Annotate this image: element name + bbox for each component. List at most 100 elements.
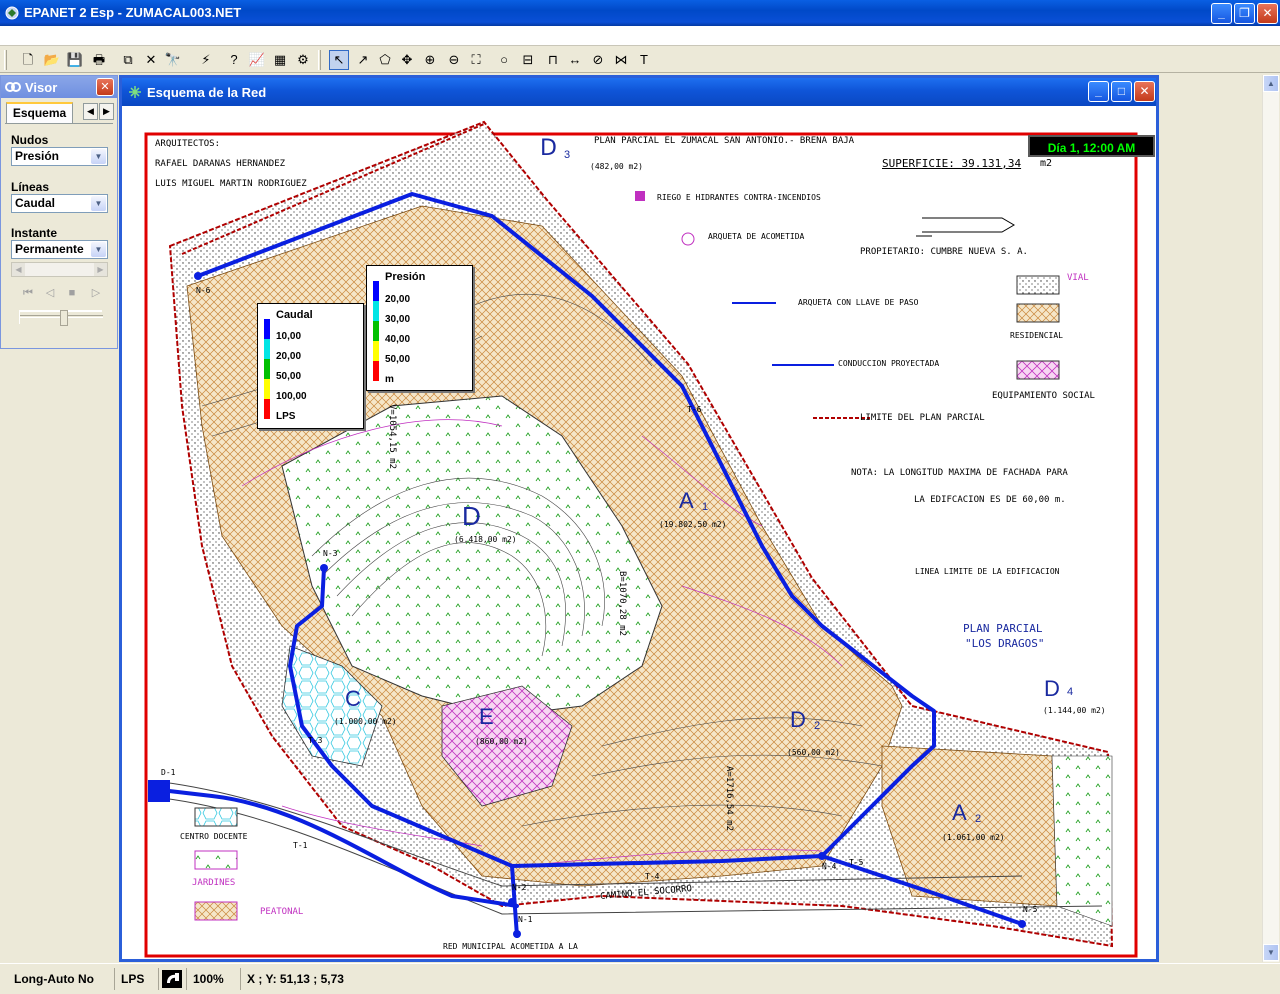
legend-residencial-swatch	[1016, 303, 1060, 323]
time-select[interactable]: Permanente ▼	[11, 240, 108, 259]
scroll-right-icon[interactable]: ▶	[94, 263, 107, 276]
zone-e-area: (860,00 m2)	[475, 737, 528, 746]
node-label[interactable]: D-1	[161, 768, 175, 777]
epanet-app-icon	[5, 6, 19, 20]
vial-text: VIAL	[1067, 273, 1089, 283]
legend-docente-swatch	[194, 807, 238, 827]
query-icon[interactable]: ?	[224, 50, 244, 70]
add-junction-icon[interactable]: ○	[494, 50, 514, 70]
scroll-up-icon[interactable]: ▲	[1263, 75, 1279, 92]
copy-icon[interactable]: ⧉	[118, 50, 138, 70]
minimize-button[interactable]: _	[1211, 3, 1232, 24]
map-close-button[interactable]: ✕	[1134, 81, 1155, 102]
time-scrollbar[interactable]: ◀ ▶	[11, 262, 108, 277]
toolbar-grip[interactable]	[4, 50, 7, 70]
delete-icon[interactable]: ✕	[141, 50, 161, 70]
select-region-icon[interactable]: ⬠	[375, 50, 395, 70]
options-icon[interactable]: ⚙	[293, 50, 313, 70]
pipe-label[interactable]: T-6	[687, 405, 701, 414]
add-pump-icon[interactable]: ⊘	[588, 50, 608, 70]
edificacion-limit-text: LINEA LIMITE DE LA EDIFICACION	[915, 567, 1060, 576]
add-label-icon[interactable]: T	[634, 50, 654, 70]
zoom-in-icon[interactable]: ⊕	[420, 50, 440, 70]
table-icon[interactable]: ▦	[270, 50, 290, 70]
pipe-label[interactable]: T-3	[308, 736, 322, 745]
map-maximize-button[interactable]: □	[1111, 81, 1132, 102]
open-icon[interactable]: 📂	[42, 50, 62, 70]
add-valve-icon[interactable]: ⋈	[611, 50, 631, 70]
chevron-down-icon[interactable]: ▼	[91, 149, 106, 164]
zone-d3-area: (482,00 m2)	[590, 162, 643, 171]
auto-length-status[interactable]: Long-Auto No	[8, 968, 112, 990]
network-map-window: Esquema de la Red _ □ ✕ ARQUITECTOS: RAF…	[119, 75, 1159, 962]
add-tank-icon[interactable]: ⊓	[543, 50, 563, 70]
node-label[interactable]: N-6	[196, 286, 210, 295]
legend-jardines-swatch	[194, 850, 238, 870]
coordinates-status: X ; Y: 51,13 ; 5,73	[240, 968, 1270, 990]
nodes-select[interactable]: Presión ▼	[11, 147, 108, 166]
site-plan-drawing[interactable]	[122, 106, 1156, 959]
scroll-down-icon[interactable]: ▼	[1263, 944, 1279, 961]
pressure-legend-value: 40,00	[385, 334, 411, 345]
full-extent-icon[interactable]: ⛶	[466, 50, 486, 70]
browser-close-button[interactable]: ✕	[96, 78, 114, 96]
browser-icon	[5, 82, 21, 92]
surface-label: SUPERFICIE: 39.131,34	[882, 157, 1022, 170]
tab-scroll-left-button[interactable]: ◀	[83, 103, 98, 120]
plan-title: PLAN PARCIAL EL ZUMACAL SAN ANTONIO.- BR…	[594, 136, 855, 146]
rewind-icon[interactable]: ⏮	[19, 284, 37, 302]
pressure-legend[interactable]: Presión 20,00 30,00 40,00 50,00 m	[366, 265, 473, 391]
node-label[interactable]: N-2	[512, 883, 526, 892]
links-select[interactable]: Caudal ▼	[11, 194, 108, 213]
note-line-2: LA EDIFCACION ES DE 60,00 m.	[914, 495, 1066, 505]
pan-icon[interactable]: ✥	[397, 50, 417, 70]
zone-a2-label: A	[952, 800, 967, 825]
select-vertex-icon[interactable]: ↗	[353, 50, 373, 70]
note-line-1: NOTA: LA LONGITUD MAXIMA DE FACHADA PARA	[851, 468, 1068, 478]
new-icon[interactable]: 🗋	[18, 50, 38, 70]
add-reservoir-icon[interactable]: ⊟	[518, 50, 538, 70]
pipe-label[interactable]: T-5	[849, 858, 863, 867]
pipe-label[interactable]: T-1	[293, 841, 307, 850]
map-minimize-button[interactable]: _	[1088, 81, 1109, 102]
tab-esquema[interactable]: Esquema	[6, 102, 73, 123]
select-object-icon[interactable]: ↖	[329, 50, 349, 70]
app-title-bar: EPANET 2 Esp - ZUMACAL003.NET _ ❐ ✕	[0, 0, 1280, 26]
save-icon[interactable]: 💾	[65, 50, 85, 70]
scroll-left-icon[interactable]: ◀	[12, 263, 25, 276]
node-label[interactable]: N-4	[822, 862, 836, 871]
back-icon[interactable]: ◁	[41, 284, 59, 302]
graph-icon[interactable]: 📈	[247, 50, 267, 70]
reservoir-d1[interactable]	[148, 780, 170, 802]
add-pipe-icon[interactable]: ↔	[565, 50, 585, 70]
toolbar-grip-2[interactable]	[318, 50, 321, 70]
network-map-canvas[interactable]: ARQUITECTOS: RAFAEL DARANAS HERNANDEZ LU…	[122, 106, 1156, 959]
tab-scroll-right-button[interactable]: ▶	[99, 103, 114, 120]
print-icon[interactable]: 🖶	[89, 50, 109, 70]
run-icon[interactable]: ⚡	[196, 50, 216, 70]
close-button[interactable]: ✕	[1257, 3, 1278, 24]
animation-speed-slider[interactable]	[19, 310, 103, 326]
pipe-label[interactable]: T-4	[645, 872, 659, 881]
main-vertical-scrollbar[interactable]: ▲ ▼	[1262, 75, 1279, 962]
forward-icon[interactable]: ▷	[87, 284, 105, 302]
zone-d4-area: (1.144,00 m2)	[1043, 706, 1106, 715]
flow-legend-unit: LPS	[276, 411, 296, 422]
zone-a2-sub: 2	[975, 813, 982, 825]
zone-a1-label: A	[679, 488, 694, 513]
network-map-title-bar: Esquema de la Red _ □ ✕	[122, 78, 1156, 106]
legend-vial-swatch	[1016, 275, 1060, 295]
app-title: EPANET 2 Esp - ZUMACAL003.NET	[24, 5, 242, 20]
flow-legend-value: 10,00	[276, 331, 302, 342]
find-icon[interactable]: 🔭	[163, 50, 183, 70]
restore-button[interactable]: ❐	[1234, 3, 1255, 24]
chevron-down-icon[interactable]: ▼	[91, 242, 106, 257]
node-label[interactable]: N-3	[323, 549, 337, 558]
chevron-down-icon[interactable]: ▼	[91, 196, 106, 211]
stop-icon[interactable]: ■	[63, 284, 81, 302]
flow-legend[interactable]: Caudal 10,00 20,00 50,00 100,00 LPS	[257, 303, 364, 429]
zoom-out-icon[interactable]: ⊖	[444, 50, 464, 70]
node-label[interactable]: N-5	[1023, 905, 1037, 914]
slider-thumb[interactable]	[60, 310, 68, 326]
node-label[interactable]: N-1	[518, 915, 532, 924]
